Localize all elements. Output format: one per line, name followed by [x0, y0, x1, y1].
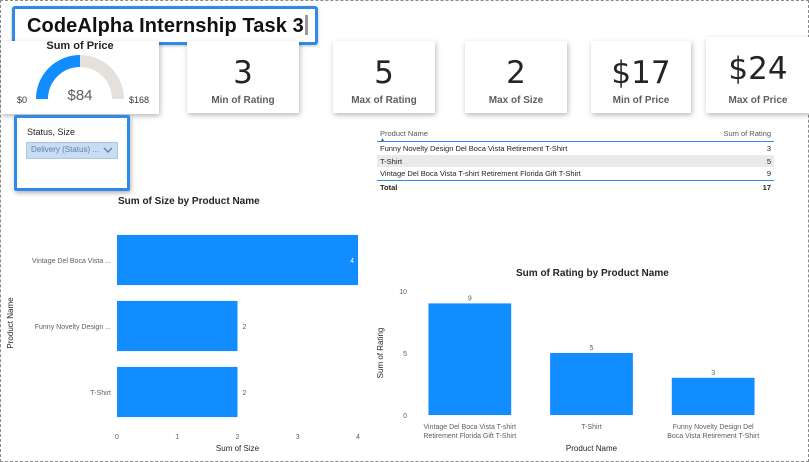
y-tick-label: 5 [403, 351, 407, 358]
kpi-value: 2 [506, 55, 526, 91]
slicer-header: Status, Size [27, 127, 76, 137]
category-label: Boca Vista Retirement T-Shirt [667, 433, 759, 440]
bar [117, 234, 358, 286]
category-label: Vintage Del Boca Vista ... [32, 258, 111, 265]
bar [671, 377, 755, 415]
gauge-min-label: $0 [17, 95, 28, 105]
category-label: T-Shirt [90, 390, 111, 397]
y-tick-label: 0 [403, 413, 407, 420]
data-label: 4 [350, 258, 354, 265]
table-total-label: Total [380, 182, 398, 192]
data-label: 3 [711, 370, 715, 377]
bar [117, 366, 238, 418]
rating-chart-title: Sum of Rating by Product Name [516, 268, 669, 279]
x-axis-title: Product Name [566, 444, 618, 453]
chevron-down-icon [103, 147, 113, 153]
x-tick-label: 0 [115, 434, 119, 441]
category-label: Funny Novelty Design Del [673, 424, 754, 431]
kpi-card-min-rating[interactable]: 3 Min of Rating [187, 41, 299, 113]
table-header-row: Product Name ▲ Sum of Rating [377, 127, 774, 143]
report-title: CodeAlpha Internship Task 3 [27, 15, 304, 37]
bar [550, 353, 633, 415]
kpi-label: Max of Size [488, 95, 544, 106]
kpi-label: Min of Rating [211, 95, 275, 106]
x-tick-label: 2 [236, 434, 240, 441]
table-row[interactable]: Funny Novelty Design Del Boca Vista Reti… [377, 142, 774, 155]
slicer-dropdown[interactable]: Delivery (Status) ... [26, 142, 118, 159]
table-cell-product: Funny Novelty Design Del Boca Vista Reti… [380, 144, 568, 153]
table-cell-rating: 3 [766, 144, 771, 153]
category-label: Retirement Florida Gift T-Shirt [423, 433, 516, 440]
kpi-value: $24 [728, 51, 788, 87]
gauge-max-label: $168 [129, 95, 150, 105]
kpi-card-max-size[interactable]: 2 Max of Size [465, 41, 567, 113]
kpi-label: Max of Rating [351, 95, 417, 106]
size-by-product-chart[interactable]: Vintage Del Boca Vista ... 4 Funny Novelty… [1, 211, 376, 456]
y-axis-title: Sum of Rating [376, 328, 385, 379]
x-tick-label: 1 [175, 434, 179, 441]
size-chart-title: Sum of Size by Product Name [118, 196, 260, 207]
data-label: 5 [590, 345, 594, 352]
data-label: 2 [243, 390, 247, 397]
kpi-label: Max of Price [728, 95, 788, 106]
table-cell-product: T-Shirt [380, 156, 403, 166]
category-label: Funny Novelty Design ... [35, 324, 111, 331]
category-label: Vintage Del Boca Vista T-shirt [424, 424, 517, 431]
kpi-value: 5 [374, 55, 394, 91]
kpi-card-min-price[interactable]: $17 Min of Price [591, 41, 691, 113]
rating-by-product-chart[interactable]: 9 Vintage Del Boca Vista T-shirt Retiremen… [371, 281, 801, 456]
y-tick-label: 10 [399, 289, 407, 296]
x-tick-label: 3 [296, 434, 300, 441]
x-axis-title: Sum of Size [216, 444, 260, 453]
table-cell-rating: 9 [766, 169, 771, 178]
kpi-value: 3 [233, 55, 253, 91]
product-rating-table[interactable]: Product Name ▲ Sum of Rating Funny Novel… [377, 127, 774, 193]
kpi-card-max-rating[interactable]: 5 Max of Rating [333, 41, 435, 113]
kpi-value: $17 [611, 55, 671, 91]
data-label: 9 [468, 295, 472, 302]
slicer-selected-value: Delivery (Status) ... [31, 145, 100, 154]
bar [117, 300, 238, 352]
table-total-value: 17 [762, 182, 771, 192]
table-total-row: Total 17 [377, 179, 774, 194]
category-label: T-Shirt [581, 424, 602, 431]
column-header-product-name[interactable]: Product Name [380, 129, 428, 138]
gauge-title: Sum of Price [46, 40, 114, 52]
data-label: 2 [243, 324, 247, 331]
bar [428, 303, 512, 415]
kpi-card-max-price[interactable]: $24 Max of Price [706, 37, 809, 113]
table-row[interactable]: Vintage Del Boca Vista T-shirt Retiremen… [377, 167, 774, 180]
report-canvas: CodeAlpha Internship Task 3 Sum of Price… [0, 0, 809, 462]
table-cell-product: Vintage Del Boca Vista T-shirt Retiremen… [380, 169, 581, 178]
gauge-value: $84 [67, 87, 93, 104]
table-row[interactable]: T-Shirt 5 [377, 154, 774, 167]
y-axis-title: Product Name [6, 297, 15, 349]
text-cursor [305, 15, 308, 35]
kpi-label: Min of Price [612, 95, 670, 106]
gauge-card[interactable]: Sum of Price $84 $0 $168 [1, 40, 159, 114]
status-size-slicer[interactable]: Status, Size Delivery (Status) ... [14, 115, 130, 191]
x-tick-label: 4 [356, 434, 360, 441]
table-cell-rating: 5 [766, 156, 771, 166]
column-header-sum-of-rating[interactable]: Sum of Rating [723, 129, 771, 138]
